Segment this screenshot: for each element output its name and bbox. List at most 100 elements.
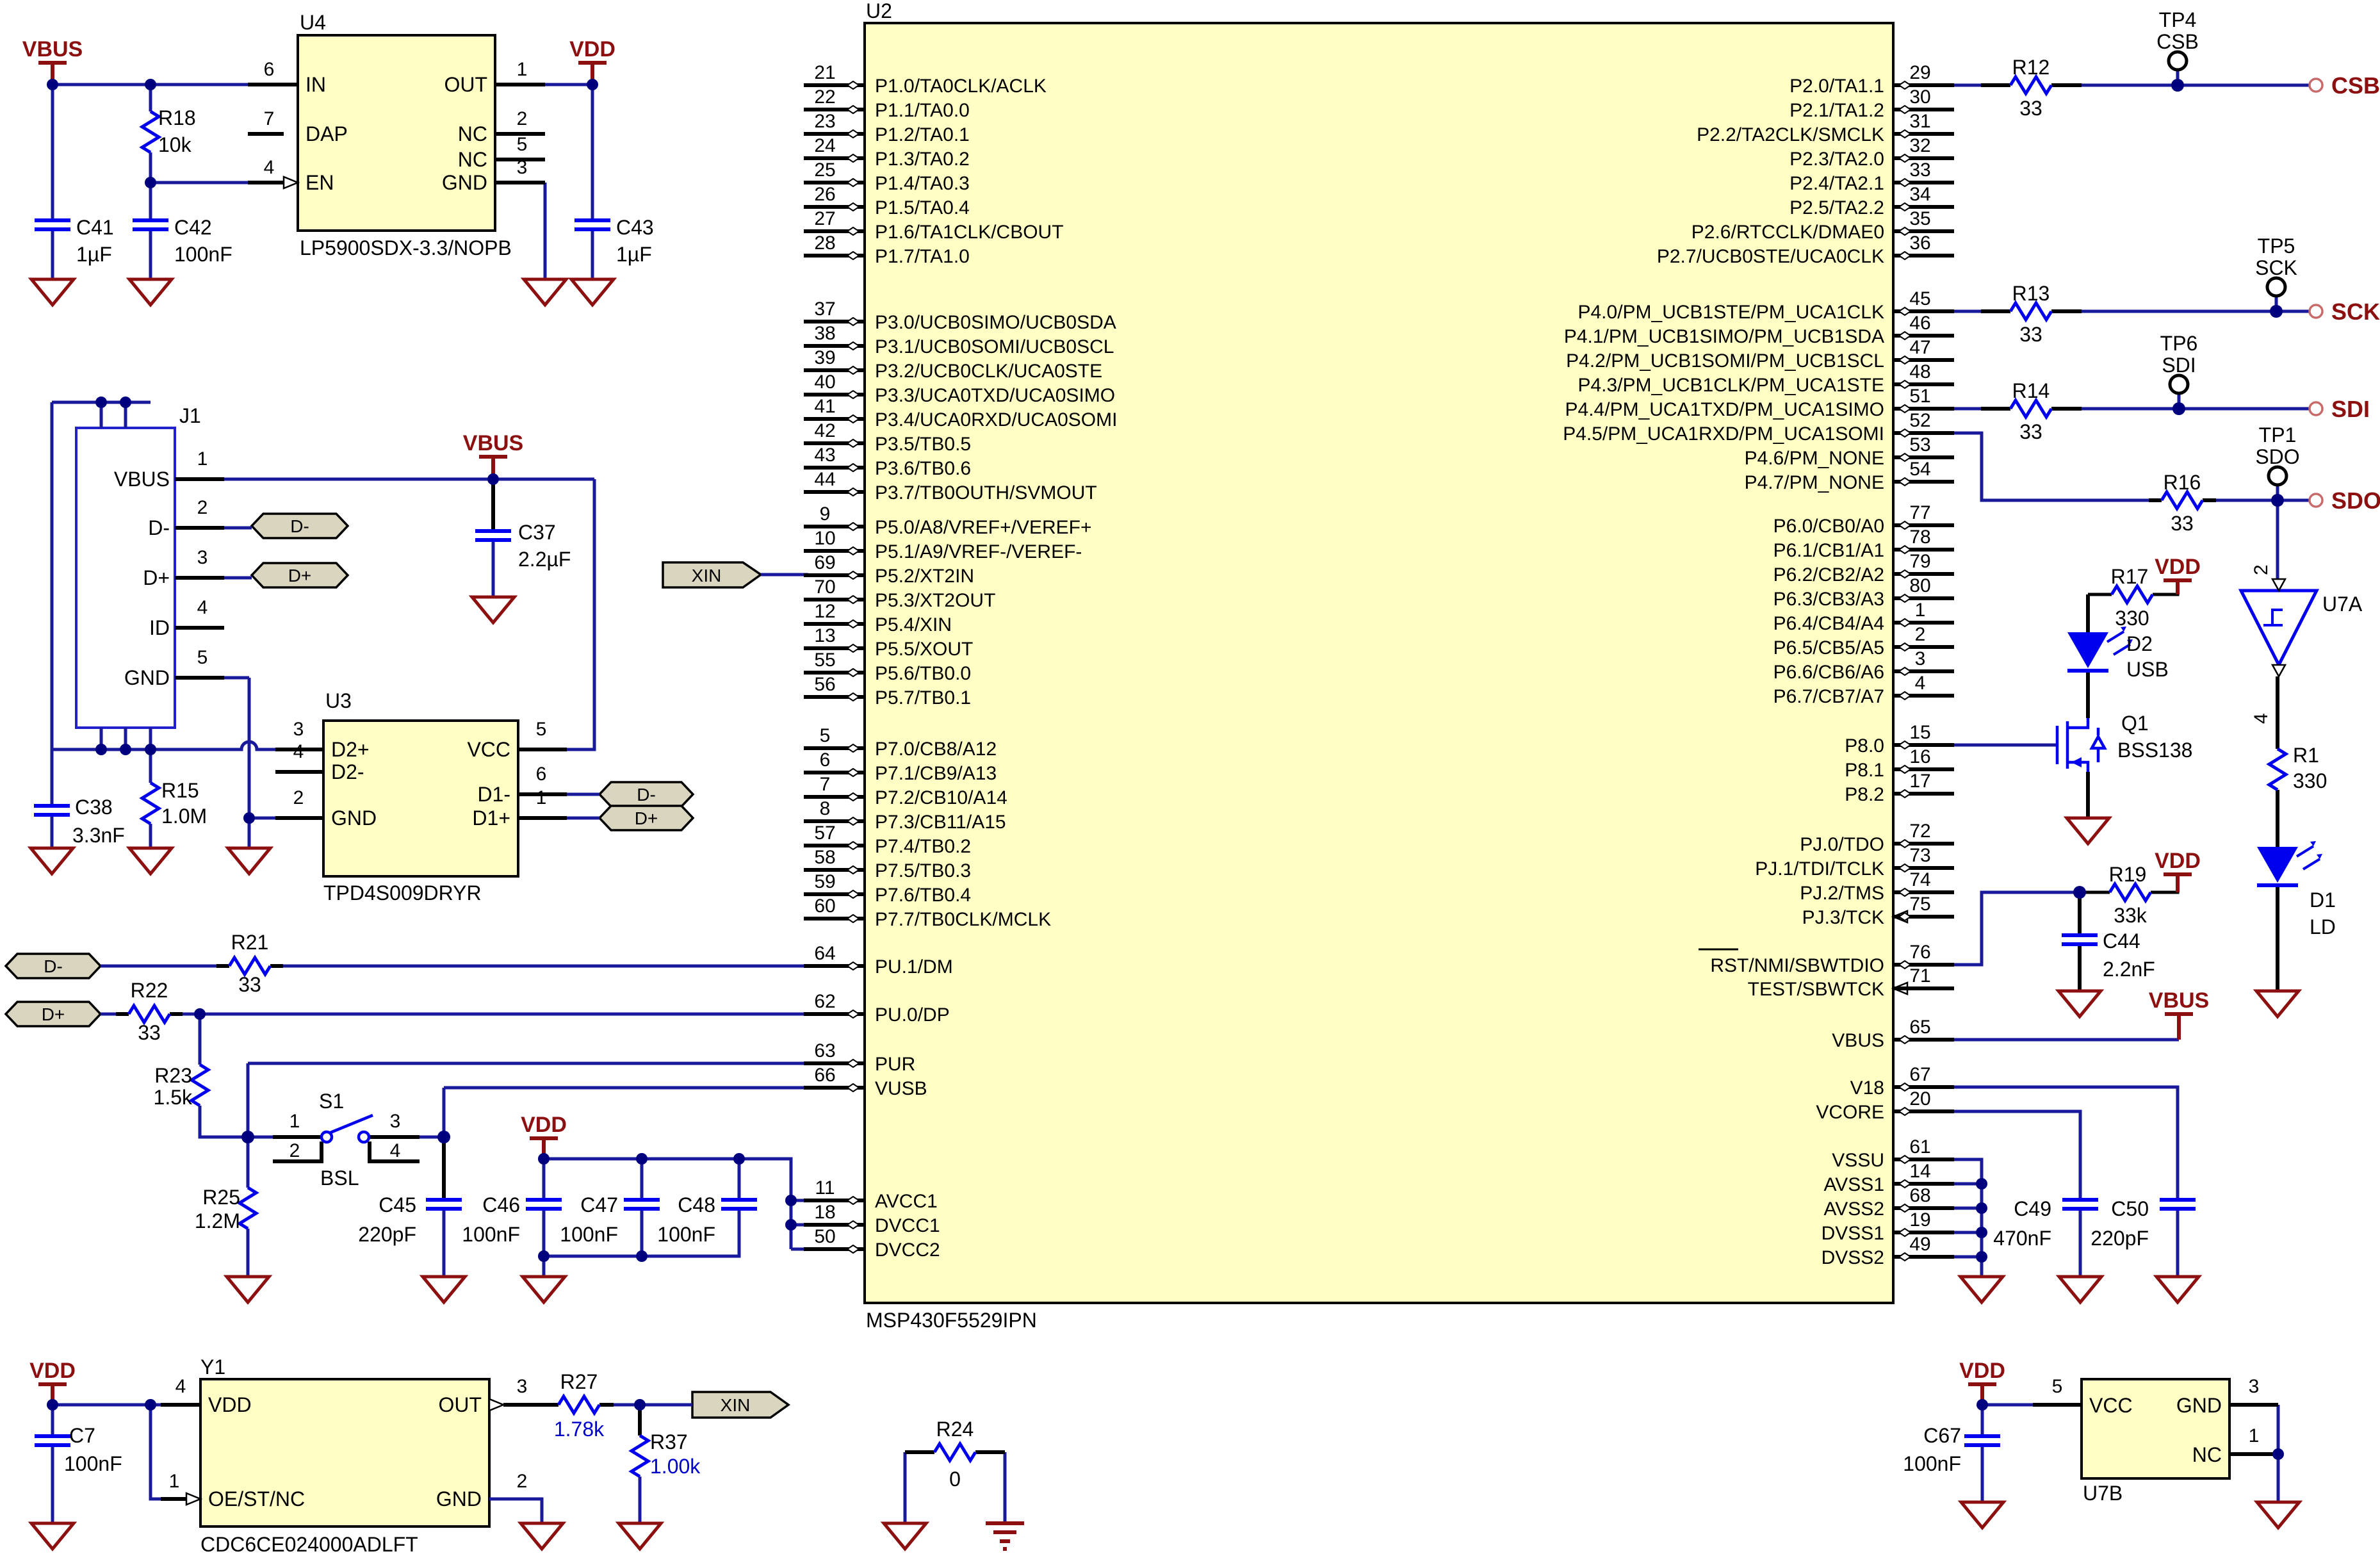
u2-pin-label: P6.5/CB5/A5 xyxy=(1773,637,1884,659)
pin-direction-icon xyxy=(847,342,859,350)
u2-pin-label: P2.2/TA2CLK/SMCLK xyxy=(1697,124,1884,145)
c38-symbol xyxy=(34,806,70,815)
u2-pin-number: 49 xyxy=(1909,1234,1930,1255)
pin-direction-icon xyxy=(847,915,859,922)
u2-pin-label: P5.0/A8/VREF+/VEREF+ xyxy=(875,517,1091,538)
sck-port-label: SCK xyxy=(2331,299,2380,325)
pin-direction-icon xyxy=(1899,227,1911,235)
c41-value: 1µF xyxy=(76,243,112,266)
u2-pin-number: 44 xyxy=(814,469,835,490)
pin-direction-icon xyxy=(1899,961,1911,969)
u2-pin-label: P7.5/TB0.3 xyxy=(875,860,971,881)
u2-pin-number: 25 xyxy=(814,160,835,181)
vdd-label: VDD xyxy=(521,1113,567,1137)
r24-ref: R24 xyxy=(936,1418,974,1441)
pin-direction-icon xyxy=(847,1221,859,1229)
u2-pin-number: 45 xyxy=(1909,288,1930,309)
u2-pin-number: 74 xyxy=(1909,869,1930,890)
r23-ref: R23 xyxy=(154,1064,192,1087)
u2-pin-label: P1.1/TA0.0 xyxy=(875,100,970,121)
pin-direction-icon xyxy=(1899,356,1911,364)
r19-symbol xyxy=(2110,884,2151,901)
s1-switch[interactable] xyxy=(322,1115,373,1142)
u2-pin-label: P1.0/TA0CLK/ACLK xyxy=(875,76,1047,97)
u2-pin-label: P2.4/TA2.1 xyxy=(1789,173,1884,194)
u2-pin-number: 32 xyxy=(1909,135,1930,156)
u2-pin-number: 23 xyxy=(814,111,835,132)
u2-pin-number: 51 xyxy=(1909,386,1930,407)
r13-symbol xyxy=(2010,303,2051,320)
c50-symbol xyxy=(2160,1200,2196,1209)
u2-pin-number: 58 xyxy=(814,847,835,868)
u2-pin-label: P4.5/PM_UCA1RXD/PM_UCA1SOMI xyxy=(1563,423,1884,445)
u2-pin-label: PJ.3/TCK xyxy=(1802,907,1884,928)
u2-pin-label: P8.0 xyxy=(1845,735,1884,757)
dplus-tag-label: D+ xyxy=(288,566,312,585)
pin-direction-icon xyxy=(847,318,859,325)
u2-pin-label: P7.4/TB0.2 xyxy=(875,836,971,857)
r1-ref: R1 xyxy=(2293,744,2319,767)
dminus-tag-label: D- xyxy=(290,516,309,536)
s1-ref: S1 xyxy=(319,1090,344,1113)
csb-port-label: CSB xyxy=(2331,72,2380,99)
s1-pin4-num: 4 xyxy=(390,1140,401,1161)
u2-pin-number: 63 xyxy=(814,1040,835,1061)
u2-pin-number: 75 xyxy=(1909,894,1930,915)
j1-pin5-num: 5 xyxy=(197,647,208,668)
u2-pin-number: 64 xyxy=(814,943,835,964)
u7b-pin-nc-label: NC xyxy=(2192,1443,2222,1466)
u2-pin-label: P2.1/TA1.2 xyxy=(1789,100,1884,121)
tp6-pad[interactable] xyxy=(2170,375,2188,393)
u2-pin-number: 53 xyxy=(1909,434,1930,455)
u2-pin-label: P6.2/CB2/A2 xyxy=(1773,564,1884,585)
u4-pin-nc1-label: NC xyxy=(458,122,487,145)
tp1-signal: SDO xyxy=(2255,445,2299,468)
pin-direction-icon xyxy=(1899,307,1911,315)
tp4-pad[interactable] xyxy=(2169,52,2187,70)
d1-label: LD xyxy=(2310,915,2336,938)
r12-value: 33 xyxy=(2019,97,2042,120)
tp1-pad[interactable] xyxy=(2269,467,2286,485)
r16-symbol xyxy=(2162,492,2203,509)
vdd-label: VDD xyxy=(569,37,615,61)
r21-symbol xyxy=(229,958,270,974)
u2-pin-label: P7.2/CB10/A14 xyxy=(875,787,1007,808)
r24-symbol xyxy=(934,1444,975,1461)
vbus-label: VBUS xyxy=(463,431,523,455)
pin-direction-icon xyxy=(847,252,859,259)
u3-pin-d2m-label: D2- xyxy=(331,760,364,783)
tp5-pad[interactable] xyxy=(2267,278,2285,296)
u2-pin-number: 12 xyxy=(814,601,835,622)
pin-direction-icon xyxy=(1899,1204,1911,1212)
u2-pin-number: 5 xyxy=(820,725,831,746)
pin-direction-icon xyxy=(1899,1036,1911,1043)
sck-port-icon xyxy=(2310,305,2322,318)
y1-oe-input-icon xyxy=(186,1493,200,1505)
s1-label: BSL xyxy=(320,1166,359,1190)
d1-ref: D1 xyxy=(2310,888,2336,912)
u2-pin-label: P7.6/TB0.4 xyxy=(875,885,971,906)
pin-direction-icon xyxy=(847,669,859,676)
u2-pin-number: 71 xyxy=(1909,965,1930,986)
pin-direction-icon xyxy=(1899,692,1911,700)
r18-value: 10k xyxy=(158,133,192,156)
u2-pin-label: PU.1/DM xyxy=(875,956,953,978)
u2-pin-label: P7.3/CB11/A15 xyxy=(875,812,1006,833)
u2-pin-number: 37 xyxy=(814,299,835,320)
u7b-ref: U7B xyxy=(2083,1482,2123,1505)
u2-pin-label: P1.6/TA1CLK/CBOUT xyxy=(875,222,1064,243)
tp1-ref: TP1 xyxy=(2259,423,2297,446)
pin-direction-icon xyxy=(847,866,859,874)
r23-symbol xyxy=(192,1065,208,1106)
r25-symbol xyxy=(240,1188,256,1229)
r1-value: 330 xyxy=(2293,769,2327,792)
pin-direction-icon xyxy=(1899,840,1911,847)
u2-pin-number: 26 xyxy=(814,184,835,205)
pin-direction-icon xyxy=(1899,81,1911,89)
u2-pin-label: AVCC1 xyxy=(875,1191,938,1212)
u2-pin-label: P5.5/XOUT xyxy=(875,639,973,660)
c44-symbol xyxy=(2062,935,2098,944)
u4-pin7-num: 7 xyxy=(264,108,275,129)
j1-pin-dp-label: D+ xyxy=(143,566,170,589)
u2-pin-number: 67 xyxy=(1909,1064,1930,1085)
